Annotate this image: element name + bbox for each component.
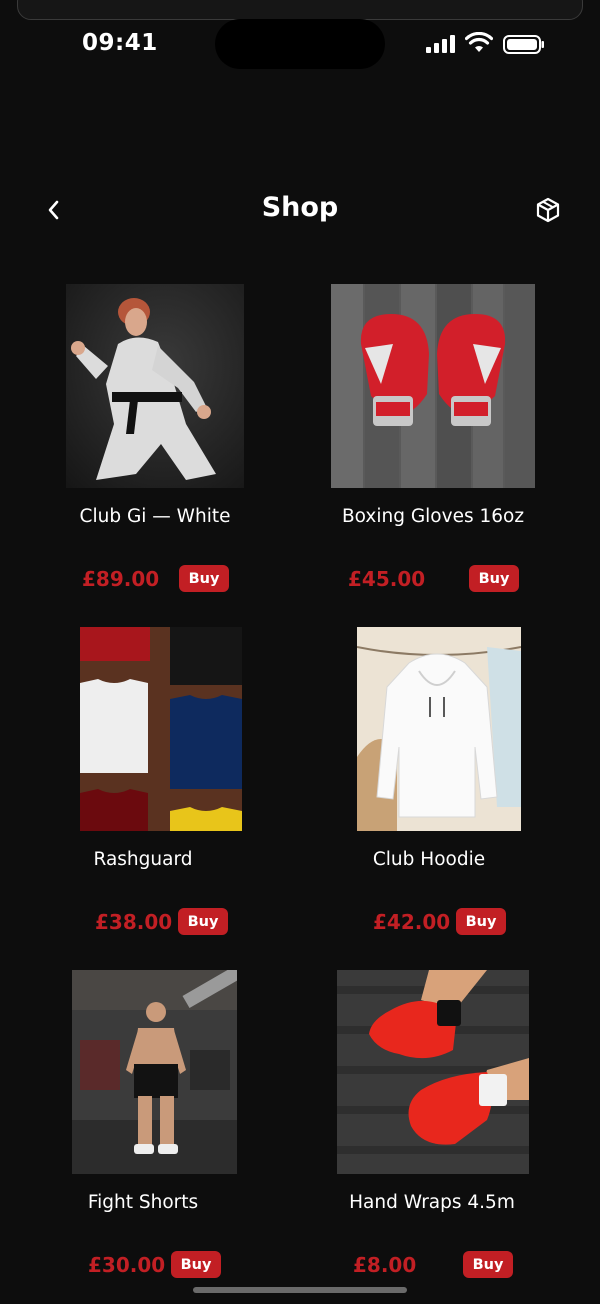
- buy-button[interactable]: Buy: [469, 565, 519, 592]
- product-name: Rashguard: [93, 849, 193, 870]
- hand-wraps-photo: [337, 970, 529, 1174]
- status-bar: 09:41: [0, 0, 600, 90]
- orders-button[interactable]: [532, 194, 564, 226]
- karate-gi-photo: [66, 284, 244, 488]
- buy-button[interactable]: Buy: [171, 1251, 221, 1278]
- product-price: £42.00: [373, 910, 451, 934]
- navigation-bar: Shop: [0, 180, 600, 240]
- boxing-gloves-photo: [331, 284, 535, 488]
- product-price: £8.00: [353, 1253, 417, 1277]
- product-name: Boxing Gloves 16oz: [341, 506, 525, 527]
- product-price: £89.00: [82, 567, 160, 591]
- gym-athlete-photo: [72, 970, 237, 1174]
- status-time: 09:41: [82, 30, 158, 56]
- package-icon: [536, 197, 560, 223]
- home-indicator[interactable]: [193, 1287, 407, 1293]
- product-name: Club Hoodie: [372, 849, 486, 870]
- product-price: £45.00: [348, 567, 426, 591]
- product-price: £38.00: [95, 910, 173, 934]
- folded-shirts-photo: [80, 627, 242, 831]
- page-title: Shop: [261, 192, 339, 223]
- product-price: £30.00: [88, 1253, 166, 1277]
- buy-button[interactable]: Buy: [179, 565, 229, 592]
- wifi-icon: [465, 32, 493, 52]
- cellular-signal-icon: [426, 35, 456, 53]
- buy-button[interactable]: Buy: [456, 908, 506, 935]
- product-name: Hand Wraps 4.5m: [349, 1192, 515, 1213]
- product-name: Club Gi — White: [79, 506, 231, 527]
- white-hoodie-photo: [357, 627, 521, 831]
- product-name: Fight Shorts: [87, 1192, 199, 1213]
- buy-button[interactable]: Buy: [463, 1251, 513, 1278]
- buy-button[interactable]: Buy: [178, 908, 228, 935]
- battery-icon: [503, 35, 544, 54]
- dynamic-island: [215, 19, 385, 69]
